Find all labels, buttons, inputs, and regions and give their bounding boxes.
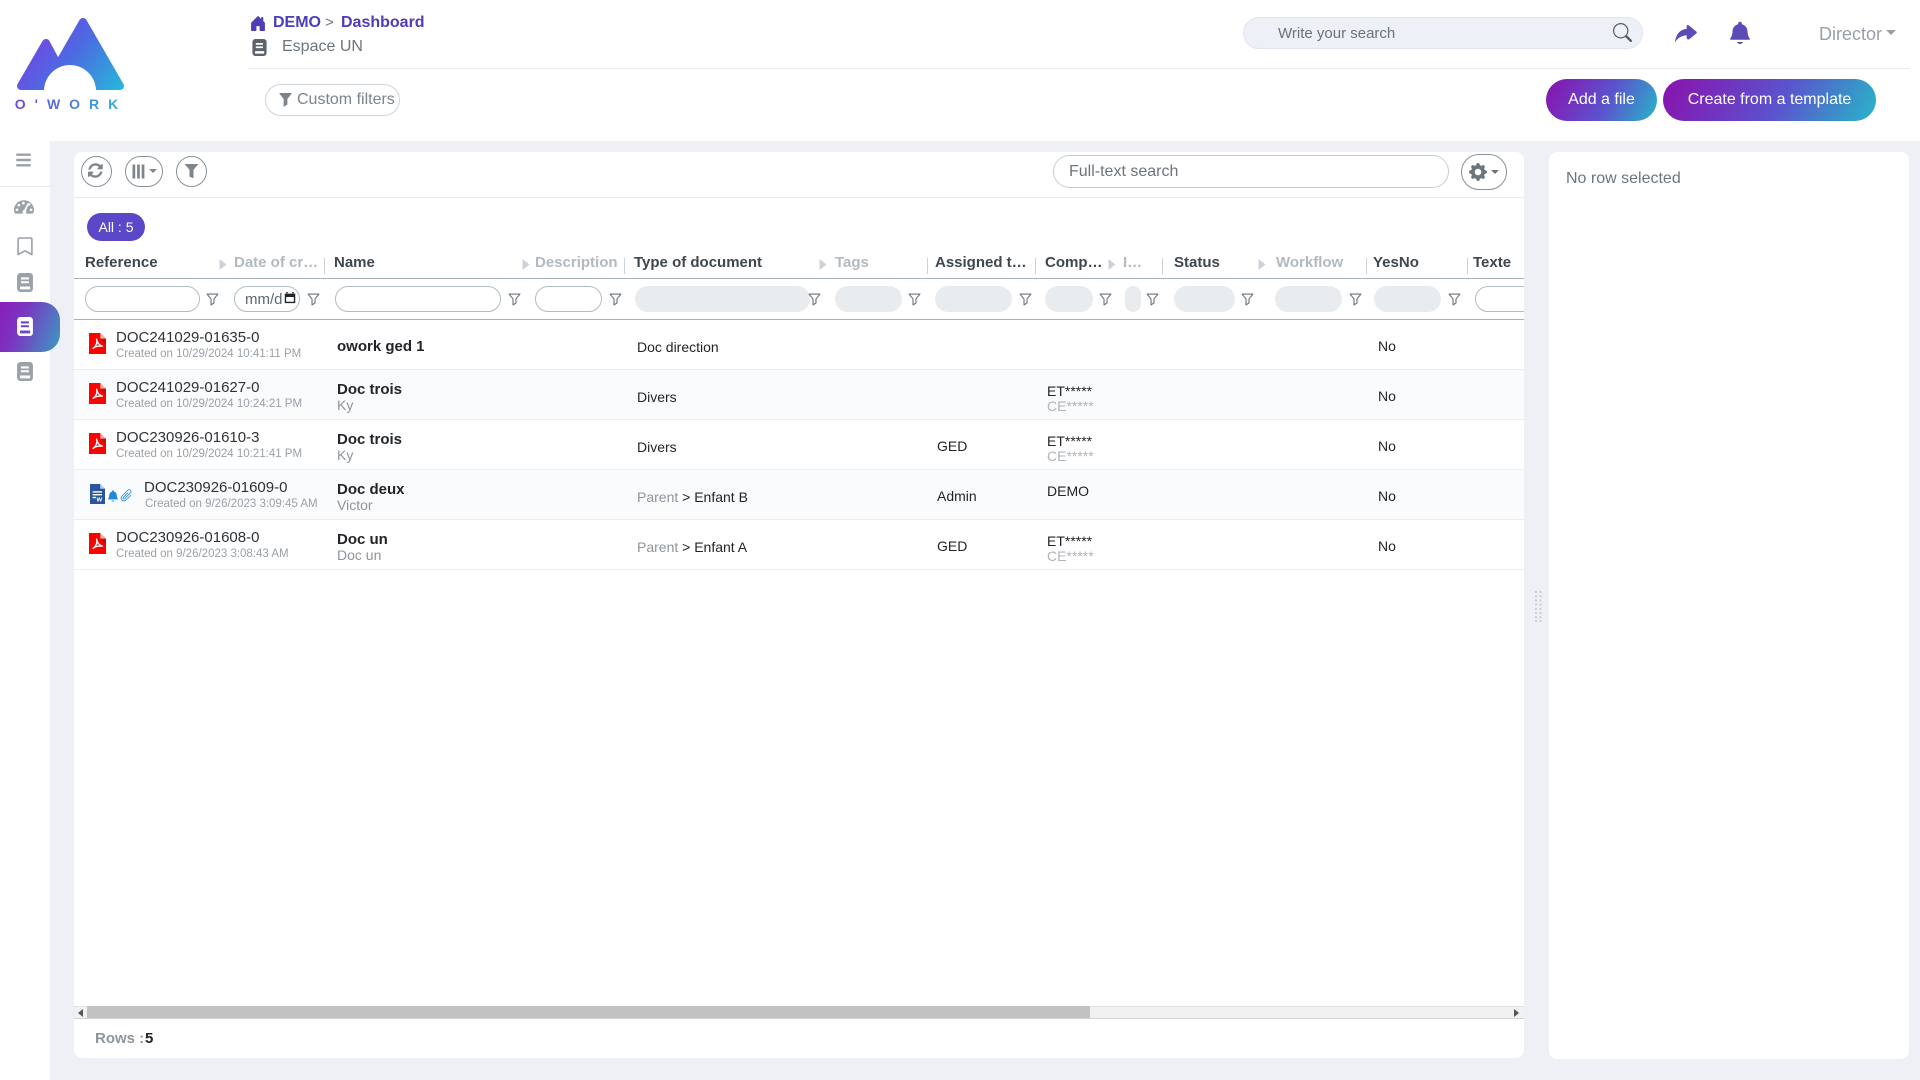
svg-text:w: w: [96, 497, 103, 504]
